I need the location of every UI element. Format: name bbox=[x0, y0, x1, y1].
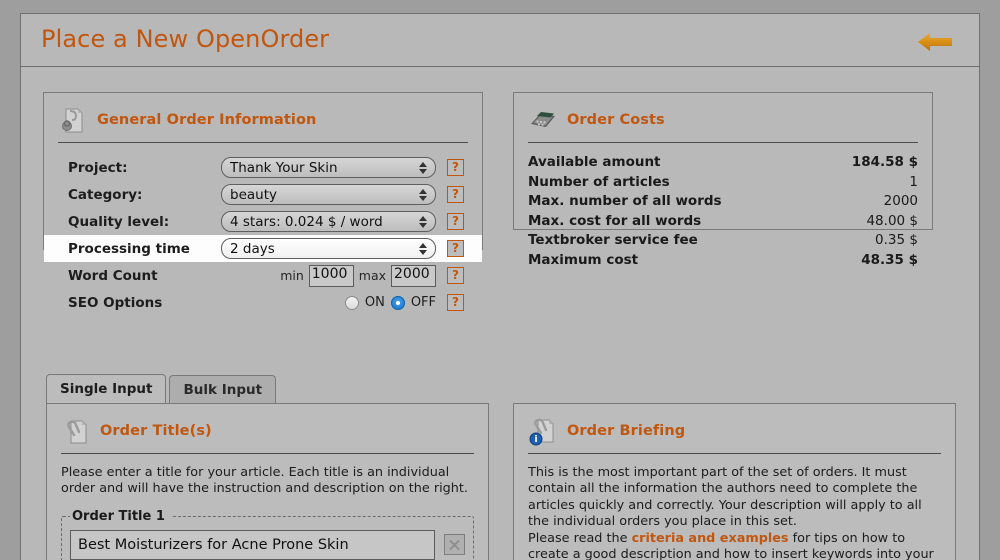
field-label: SEO Options bbox=[68, 294, 163, 311]
cost-value: 184.58 $ bbox=[851, 154, 918, 170]
cost-row-maximum-cost: Maximum cost 48.35 $ bbox=[528, 252, 918, 272]
cost-label: Textbroker service fee bbox=[528, 232, 698, 248]
general-order-information-panel: General Order Information Project: Thank… bbox=[43, 92, 483, 311]
page-title: Place a New OpenOrder bbox=[41, 25, 330, 53]
seo-radio-on-label: ON bbox=[364, 295, 385, 310]
cost-row-max-cost-for-all-words: Max. cost for all words 48.00 $ bbox=[528, 213, 918, 233]
panel-title: Order Briefing bbox=[567, 423, 686, 439]
close-x-icon[interactable] bbox=[444, 534, 465, 556]
chevron-updown-icon bbox=[419, 242, 427, 255]
field-label: Project: bbox=[68, 159, 128, 176]
cost-value: 1 bbox=[909, 173, 918, 190]
quality-level-select[interactable]: 4 stars: 0.024 $ / word bbox=[221, 211, 436, 232]
help-button-word-count[interactable]: ? bbox=[447, 267, 464, 284]
order-title-fieldset: Order Title 1 Best Moisturizers for Acne… bbox=[61, 508, 474, 560]
tab-bulk-input[interactable]: Bulk Input bbox=[169, 375, 277, 403]
order-briefing-panel: Order Briefing This is the most importan… bbox=[513, 403, 956, 560]
word-count-max-label: max bbox=[358, 268, 386, 283]
cost-row-max-number-of-all-words: Max. number of all words 2000 bbox=[528, 193, 918, 213]
project-select-value: Thank Your Skin bbox=[230, 159, 338, 176]
help-button-seo-options[interactable]: ? bbox=[447, 294, 464, 311]
processing-time-select[interactable]: 2 days bbox=[221, 238, 436, 259]
form-row-seo-options: SEO Options ON OFF ? bbox=[58, 289, 468, 316]
cost-label: Max. number of all words bbox=[528, 193, 722, 209]
seo-radio-on[interactable] bbox=[344, 295, 359, 310]
help-button-category[interactable]: ? bbox=[447, 186, 464, 203]
field-label: Quality level: bbox=[68, 213, 170, 230]
order-briefing-paragraph-2: Please read the criteria and examples fo… bbox=[528, 531, 941, 560]
help-button-project[interactable]: ? bbox=[447, 159, 464, 176]
cost-value: 48.00 $ bbox=[866, 212, 918, 229]
panel-header: Order Costs bbox=[528, 105, 918, 143]
panel-title: Order Costs bbox=[567, 112, 665, 128]
project-select[interactable]: Thank Your Skin bbox=[221, 157, 436, 178]
field-label: Word Count bbox=[68, 267, 158, 284]
cost-value: 0.35 $ bbox=[875, 232, 918, 248]
cost-row-number-of-articles: Number of articles 1 bbox=[528, 174, 918, 194]
criteria-and-examples-link[interactable]: criteria and examples bbox=[632, 531, 789, 546]
word-count-min-label: min bbox=[280, 268, 304, 283]
input-mode-tabs: Single Input Bulk Input bbox=[46, 374, 277, 403]
help-button-processing-time[interactable]: ? bbox=[447, 240, 464, 257]
form-row-word-count: Word Count min 1000 max 2000 ? bbox=[58, 262, 468, 289]
tab-single-input[interactable]: Single Input bbox=[46, 374, 167, 403]
cost-row-available-amount: Available amount 184.58 $ bbox=[528, 154, 918, 174]
category-select-value: beauty bbox=[230, 186, 277, 203]
form-row-project: Project: Thank Your Skin ? bbox=[58, 154, 468, 181]
cost-value: 2000 bbox=[883, 193, 918, 209]
form-row-category: Category: beauty ? bbox=[58, 181, 468, 208]
chevron-updown-icon bbox=[419, 188, 427, 201]
paperclip-document-icon bbox=[61, 416, 91, 446]
word-count-max-input[interactable]: 2000 bbox=[391, 264, 436, 287]
order-costs-panel: Order Costs Available amount 184.58 $ Nu… bbox=[513, 92, 933, 268]
document-lock-icon bbox=[58, 105, 88, 135]
order-title-1-input[interactable]: Best Moisturizers for Acne Prone Skin bbox=[70, 529, 435, 560]
arrow-left-icon[interactable] bbox=[917, 30, 953, 54]
category-select[interactable]: beauty bbox=[221, 184, 436, 205]
seo-radio-off-label: OFF bbox=[410, 295, 436, 310]
panel-title: Order Title(s) bbox=[100, 423, 212, 439]
word-count-min-input[interactable]: 1000 bbox=[308, 264, 354, 287]
chevron-updown-icon bbox=[419, 161, 427, 174]
cost-label: Maximum cost bbox=[528, 251, 639, 268]
field-label: Category: bbox=[68, 186, 143, 203]
cost-value: 48.35 $ bbox=[861, 251, 918, 268]
help-button-quality-level[interactable]: ? bbox=[447, 213, 464, 230]
briefing-text-before: Please read the bbox=[528, 530, 632, 546]
quality-level-select-value: 4 stars: 0.024 $ / word bbox=[230, 213, 383, 230]
calculator-icon bbox=[528, 105, 558, 135]
form-row-quality-level: Quality level: 4 stars: 0.024 $ / word ? bbox=[58, 208, 468, 235]
processing-time-select-value: 2 days bbox=[230, 240, 275, 257]
page-header: Place a New OpenOrder bbox=[21, 14, 979, 67]
paperclip-info-icon bbox=[528, 416, 558, 446]
order-title-legend: Order Title 1 bbox=[72, 508, 165, 524]
chevron-updown-icon bbox=[419, 215, 427, 228]
panel-header: Order Briefing bbox=[528, 416, 941, 454]
order-briefing-paragraph-1: This is the most important part of the s… bbox=[528, 465, 922, 530]
order-titles-description: Please enter a title for your article. E… bbox=[61, 465, 468, 497]
panel-title: General Order Information bbox=[97, 112, 317, 128]
field-label: Processing time bbox=[68, 240, 190, 257]
panel-header: General Order Information bbox=[58, 105, 468, 143]
cost-row-textbroker-service-fee: Textbroker service fee 0.35 $ bbox=[528, 232, 918, 252]
panel-header: Order Title(s) bbox=[61, 416, 474, 454]
order-page: Place a New OpenOrder General Order Info… bbox=[20, 13, 980, 560]
seo-radio-off[interactable] bbox=[390, 295, 405, 310]
cost-label: Available amount bbox=[528, 154, 661, 170]
cost-label: Max. cost for all words bbox=[528, 212, 702, 229]
cost-label: Number of articles bbox=[528, 173, 670, 190]
order-titles-panel: Order Title(s) Please enter a title for … bbox=[46, 403, 489, 560]
form-row-processing-time: Processing time 2 days ? bbox=[44, 235, 482, 262]
